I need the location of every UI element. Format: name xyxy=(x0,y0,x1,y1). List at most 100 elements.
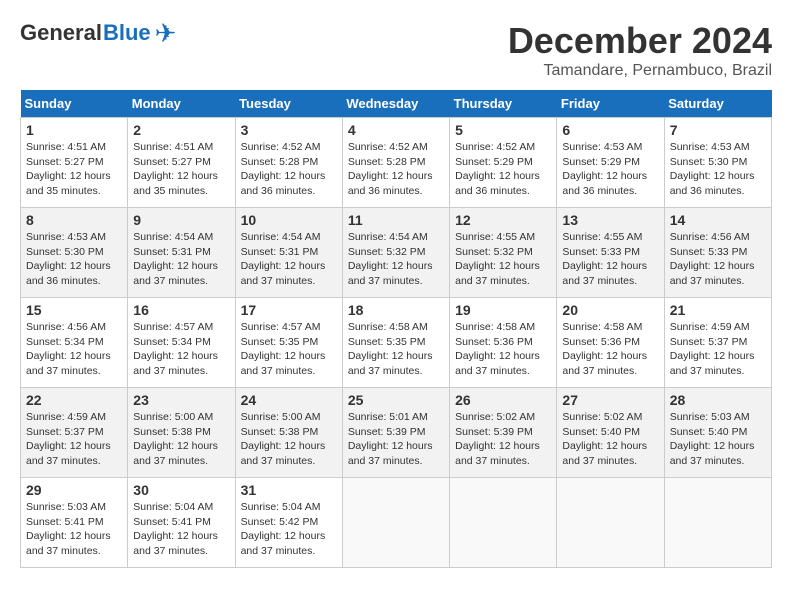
calendar-cell: 29 Sunrise: 5:03 AMSunset: 5:41 PMDayligh… xyxy=(21,478,128,568)
page-header: General Blue ✈ December 2024 Tamandare, … xyxy=(20,20,772,80)
day-number: 31 xyxy=(241,482,337,498)
day-info: Sunrise: 4:57 AMSunset: 5:35 PMDaylight:… xyxy=(241,320,337,379)
day-info: Sunrise: 4:56 AMSunset: 5:34 PMDaylight:… xyxy=(26,320,122,379)
calendar-cell: 30 Sunrise: 5:04 AMSunset: 5:41 PMDayligh… xyxy=(128,478,235,568)
day-number: 15 xyxy=(26,302,122,318)
day-number: 3 xyxy=(241,122,337,138)
calendar-cell: 3 Sunrise: 4:52 AMSunset: 5:28 PMDaylight… xyxy=(235,118,342,208)
calendar-cell: 18 Sunrise: 4:58 AMSunset: 5:35 PMDayligh… xyxy=(342,298,449,388)
day-info: Sunrise: 4:59 AMSunset: 5:37 PMDaylight:… xyxy=(26,410,122,469)
calendar-cell: 28 Sunrise: 5:03 AMSunset: 5:40 PMDayligh… xyxy=(664,388,771,478)
day-info: Sunrise: 4:58 AMSunset: 5:36 PMDaylight:… xyxy=(455,320,551,379)
day-info: Sunrise: 4:51 AMSunset: 5:27 PMDaylight:… xyxy=(133,140,229,199)
calendar-cell xyxy=(557,478,664,568)
calendar-cell: 10Sunrise: 4:54 AMSunset: 5:31 PMDayligh… xyxy=(235,208,342,298)
day-number: 16 xyxy=(133,302,229,318)
day-info: Sunrise: 4:59 AMSunset: 5:37 PMDaylight:… xyxy=(670,320,766,379)
day-info: Sunrise: 4:53 AMSunset: 5:30 PMDaylight:… xyxy=(26,230,122,289)
day-number: 21 xyxy=(670,302,766,318)
month-title: December 2024 xyxy=(508,20,772,62)
calendar-cell xyxy=(450,478,557,568)
day-info: Sunrise: 5:00 AMSunset: 5:38 PMDaylight:… xyxy=(241,410,337,469)
day-info: Sunrise: 4:52 AMSunset: 5:28 PMDaylight:… xyxy=(348,140,444,199)
day-number: 9 xyxy=(133,212,229,228)
calendar-cell: 11 Sunrise: 4:54 AMSunset: 5:32 PMDayligh… xyxy=(342,208,449,298)
calendar-cell: 2 Sunrise: 4:51 AMSunset: 5:27 PMDaylight… xyxy=(128,118,235,208)
calendar-cell: 15 Sunrise: 4:56 AMSunset: 5:34 PMDayligh… xyxy=(21,298,128,388)
calendar-cell: 22 Sunrise: 4:59 AMSunset: 5:37 PMDayligh… xyxy=(21,388,128,478)
day-info: Sunrise: 5:04 AMSunset: 5:41 PMDaylight:… xyxy=(133,500,229,559)
calendar-cell: 8Sunrise: 4:53 AMSunset: 5:30 PMDaylight… xyxy=(21,208,128,298)
day-number: 22 xyxy=(26,392,122,408)
day-info: Sunrise: 4:56 AMSunset: 5:33 PMDaylight:… xyxy=(670,230,766,289)
day-number: 7 xyxy=(670,122,766,138)
logo-general: General xyxy=(20,20,102,46)
day-info: Sunrise: 4:53 AMSunset: 5:30 PMDaylight:… xyxy=(670,140,766,199)
day-number: 28 xyxy=(670,392,766,408)
day-info: Sunrise: 5:00 AMSunset: 5:38 PMDaylight:… xyxy=(133,410,229,469)
calendar-cell: 5Sunrise: 4:52 AMSunset: 5:29 PMDaylight… xyxy=(450,118,557,208)
day-info: Sunrise: 4:58 AMSunset: 5:35 PMDaylight:… xyxy=(348,320,444,379)
logo: General Blue ✈ xyxy=(20,20,176,46)
day-info: Sunrise: 5:04 AMSunset: 5:42 PMDaylight:… xyxy=(241,500,337,559)
day-info: Sunrise: 4:57 AMSunset: 5:34 PMDaylight:… xyxy=(133,320,229,379)
day-number: 30 xyxy=(133,482,229,498)
day-number: 1 xyxy=(26,122,122,138)
day-number: 29 xyxy=(26,482,122,498)
day-info: Sunrise: 4:53 AMSunset: 5:29 PMDaylight:… xyxy=(562,140,658,199)
day-number: 27 xyxy=(562,392,658,408)
calendar-cell: 31 Sunrise: 5:04 AMSunset: 5:42 PMDayligh… xyxy=(235,478,342,568)
col-friday: Friday xyxy=(557,90,664,118)
day-number: 14 xyxy=(670,212,766,228)
calendar-cell: 1 Sunrise: 4:51 AMSunset: 5:27 PMDaylight… xyxy=(21,118,128,208)
calendar-cell: 24Sunrise: 5:00 AMSunset: 5:38 PMDayligh… xyxy=(235,388,342,478)
calendar-cell: 6 Sunrise: 4:53 AMSunset: 5:29 PMDaylight… xyxy=(557,118,664,208)
calendar-cell xyxy=(664,478,771,568)
calendar-week-row: 29 Sunrise: 5:03 AMSunset: 5:41 PMDayligh… xyxy=(21,478,772,568)
day-number: 25 xyxy=(348,392,444,408)
calendar-cell: 16 Sunrise: 4:57 AMSunset: 5:34 PMDayligh… xyxy=(128,298,235,388)
day-info: Sunrise: 5:02 AMSunset: 5:39 PMDaylight:… xyxy=(455,410,551,469)
calendar-cell: 14 Sunrise: 4:56 AMSunset: 5:33 PMDayligh… xyxy=(664,208,771,298)
calendar-cell: 4 Sunrise: 4:52 AMSunset: 5:28 PMDaylight… xyxy=(342,118,449,208)
day-number: 12 xyxy=(455,212,551,228)
col-monday: Monday xyxy=(128,90,235,118)
calendar-cell: 20 Sunrise: 4:58 AMSunset: 5:36 PMDayligh… xyxy=(557,298,664,388)
day-number: 6 xyxy=(562,122,658,138)
logo-blue-text: Blue xyxy=(103,20,151,46)
calendar-cell: 26 Sunrise: 5:02 AMSunset: 5:39 PMDayligh… xyxy=(450,388,557,478)
location-subtitle: Tamandare, Pernambuco, Brazil xyxy=(508,62,772,80)
calendar-cell: 12 Sunrise: 4:55 AMSunset: 5:32 PMDayligh… xyxy=(450,208,557,298)
day-number: 13 xyxy=(562,212,658,228)
day-info: Sunrise: 5:03 AMSunset: 5:40 PMDaylight:… xyxy=(670,410,766,469)
day-info: Sunrise: 5:02 AMSunset: 5:40 PMDaylight:… xyxy=(562,410,658,469)
calendar-table: Sunday Monday Tuesday Wednesday Thursday… xyxy=(20,90,772,568)
day-number: 4 xyxy=(348,122,444,138)
day-number: 2 xyxy=(133,122,229,138)
day-info: Sunrise: 4:54 AMSunset: 5:31 PMDaylight:… xyxy=(133,230,229,289)
day-number: 11 xyxy=(348,212,444,228)
day-info: Sunrise: 4:54 AMSunset: 5:32 PMDaylight:… xyxy=(348,230,444,289)
calendar-cell: 7 Sunrise: 4:53 AMSunset: 5:30 PMDaylight… xyxy=(664,118,771,208)
day-number: 20 xyxy=(562,302,658,318)
day-info: Sunrise: 4:58 AMSunset: 5:36 PMDaylight:… xyxy=(562,320,658,379)
day-info: Sunrise: 4:52 AMSunset: 5:28 PMDaylight:… xyxy=(241,140,337,199)
day-number: 10 xyxy=(241,212,337,228)
day-number: 26 xyxy=(455,392,551,408)
day-info: Sunrise: 4:51 AMSunset: 5:27 PMDaylight:… xyxy=(26,140,122,199)
day-info: Sunrise: 5:03 AMSunset: 5:41 PMDaylight:… xyxy=(26,500,122,559)
day-number: 18 xyxy=(348,302,444,318)
col-saturday: Saturday xyxy=(664,90,771,118)
calendar-cell: 13Sunrise: 4:55 AMSunset: 5:33 PMDayligh… xyxy=(557,208,664,298)
calendar-week-row: 15 Sunrise: 4:56 AMSunset: 5:34 PMDayligh… xyxy=(21,298,772,388)
logo-bird-icon: ✈ xyxy=(155,20,177,46)
day-info: Sunrise: 4:55 AMSunset: 5:32 PMDaylight:… xyxy=(455,230,551,289)
calendar-cell: 9 Sunrise: 4:54 AMSunset: 5:31 PMDaylight… xyxy=(128,208,235,298)
title-block: December 2024 Tamandare, Pernambuco, Bra… xyxy=(508,20,772,80)
day-number: 19 xyxy=(455,302,551,318)
calendar-cell xyxy=(342,478,449,568)
calendar-cell: 19 Sunrise: 4:58 AMSunset: 5:36 PMDayligh… xyxy=(450,298,557,388)
calendar-cell: 21 Sunrise: 4:59 AMSunset: 5:37 PMDayligh… xyxy=(664,298,771,388)
col-tuesday: Tuesday xyxy=(235,90,342,118)
calendar-cell: 17Sunrise: 4:57 AMSunset: 5:35 PMDayligh… xyxy=(235,298,342,388)
